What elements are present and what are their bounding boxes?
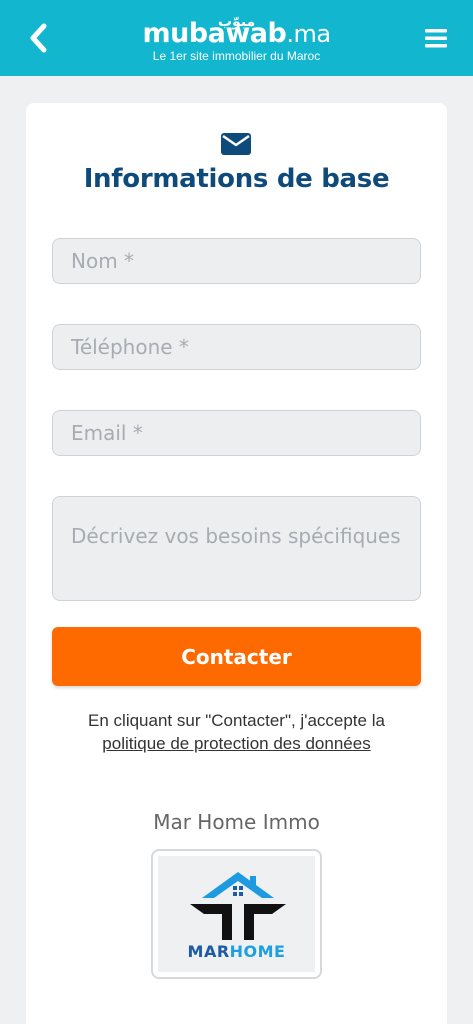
needs-textarea[interactable] xyxy=(52,496,421,601)
agency-logo-frame: MARHOME xyxy=(158,856,315,972)
agency-logo[interactable]: MARHOME xyxy=(151,849,322,979)
app-header: مبوّب mubawab.ma Le 1er site immobilier … xyxy=(0,0,473,76)
legal-notice: En cliquant sur "Contacter", j'accepte l… xyxy=(26,709,447,755)
logo-main-text: mubawab xyxy=(142,18,287,49)
envelope-icon xyxy=(221,133,251,155)
phone-field[interactable] xyxy=(52,324,421,370)
menu-button[interactable] xyxy=(423,24,451,52)
logo-arabic: مبوّب xyxy=(218,14,256,30)
logo-tld: .ma xyxy=(286,20,331,48)
email-field[interactable] xyxy=(52,410,421,456)
name-field[interactable] xyxy=(52,238,421,284)
logo-text-home: HOME xyxy=(229,942,286,961)
contact-form-card: Informations de base Contacter En cliqua… xyxy=(26,103,447,1024)
house-logo-icon xyxy=(190,872,286,940)
agency-name[interactable]: Mar Home Immo xyxy=(26,810,447,834)
logo-text-mar: MAR xyxy=(187,942,230,961)
hamburger-icon xyxy=(425,29,447,48)
agency-logo-text: MARHOME xyxy=(158,942,315,961)
privacy-policy-link[interactable]: politique de protection des données xyxy=(26,732,447,755)
legal-text: En cliquant sur "Contacter", j'accepte l… xyxy=(88,711,385,730)
logo-tagline: Le 1er site immobilier du Maroc xyxy=(152,49,321,63)
contact-button[interactable]: Contacter xyxy=(52,627,421,686)
form-title: Informations de base xyxy=(83,164,390,194)
site-logo[interactable]: مبوّب mubawab.ma Le 1er site immobilier … xyxy=(0,10,473,63)
